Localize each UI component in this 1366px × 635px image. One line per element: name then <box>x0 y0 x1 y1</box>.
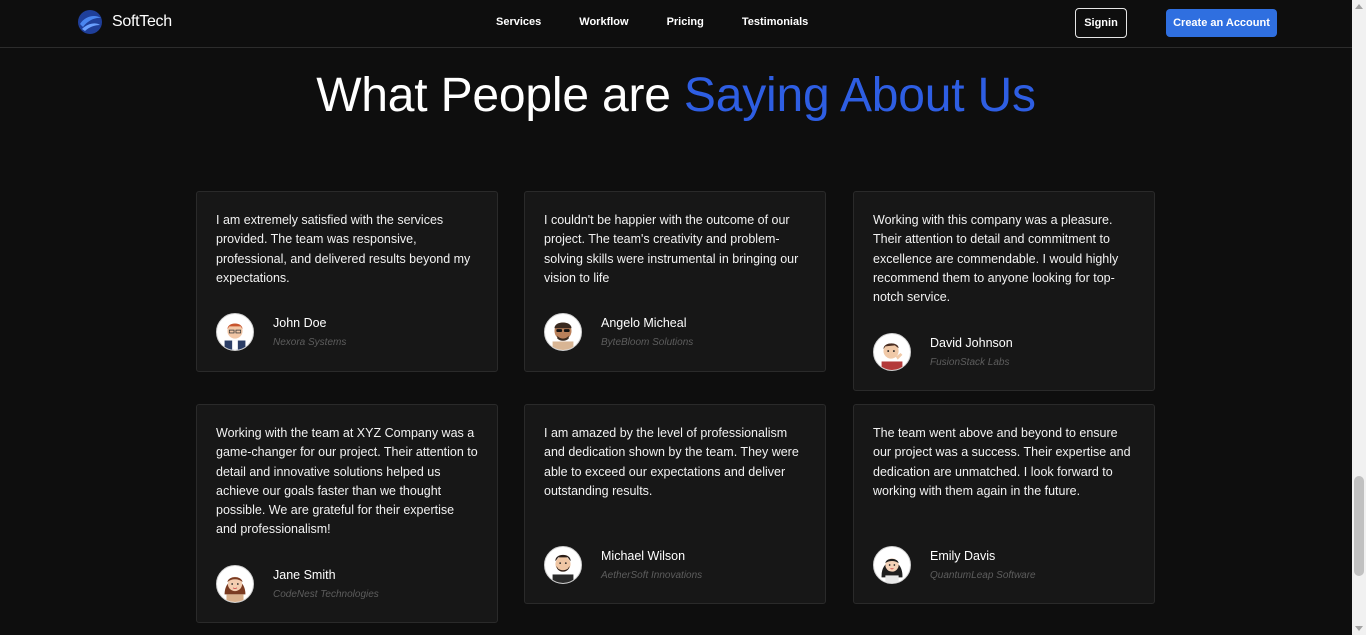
testimonial-author: John Doe Nexora Systems <box>216 313 346 351</box>
testimonial-author: Angelo Micheal ByteBloom Solutions <box>544 313 693 351</box>
testimonial-card: Working with this company was a pleasure… <box>853 191 1155 391</box>
author-company: ByteBloom Solutions <box>601 337 694 348</box>
author-company: Nexora Systems <box>273 337 347 348</box>
woman-dark-hair-avatar-icon <box>873 546 911 584</box>
man-sunglasses-avatar-icon <box>544 313 582 351</box>
testimonial-card: The team went above and beyond to ensure… <box>853 404 1155 604</box>
scroll-down-arrow-icon[interactable] <box>1355 626 1363 631</box>
brand-name: SoftTech <box>112 13 172 30</box>
woman-brown-hair-avatar-icon <box>216 565 254 603</box>
testimonial-quote: I couldn't be happier with the outcome o… <box>544 213 799 285</box>
author-name: David Johnson <box>930 336 1013 350</box>
heading-accent: Saying About Us <box>683 69 1036 122</box>
testimonial-author: Jane Smith CodeNest Technologies <box>216 565 379 603</box>
testimonial-card: Working with the team at XYZ Company was… <box>196 404 498 623</box>
main-nav: Services Workflow Pricing Testimonials <box>496 16 846 28</box>
nav-link-testimonials[interactable]: Testimonials <box>742 16 808 28</box>
create-account-button[interactable]: Create an Account <box>1166 9 1277 37</box>
testimonial-quote: Working with this company was a pleasure… <box>873 213 1119 305</box>
scroll-up-arrow-icon[interactable] <box>1355 4 1363 9</box>
testimonial-card: I couldn't be happier with the outcome o… <box>524 191 826 372</box>
nav-link-workflow[interactable]: Workflow <box>579 16 628 28</box>
author-name: Emily Davis <box>930 549 996 563</box>
section-heading: What People are Saying About Us <box>0 68 1352 123</box>
heading-prefix: What People are <box>316 69 671 122</box>
nav-link-services[interactable]: Services <box>496 16 541 28</box>
testimonial-card: I am amazed by the level of professional… <box>524 404 826 604</box>
testimonial-author: Emily Davis QuantumLeap Software <box>873 546 1036 584</box>
testimonial-author: David Johnson FusionStack Labs <box>873 333 1013 371</box>
testimonial-card: I am extremely satisfied with the servic… <box>196 191 498 372</box>
testimonial-author: Michael Wilson AetherSoft Innovations <box>544 546 702 584</box>
testimonial-quote: I am amazed by the level of professional… <box>544 426 799 498</box>
man-thinking-avatar-icon <box>873 333 911 371</box>
author-name: Jane Smith <box>273 568 336 582</box>
author-name: Angelo Micheal <box>601 316 687 330</box>
page-scrollbar[interactable] <box>1352 0 1366 635</box>
author-company: AetherSoft Innovations <box>601 570 703 581</box>
author-name: John Doe <box>273 316 327 330</box>
testimonial-quote: I am extremely satisfied with the servic… <box>216 213 471 285</box>
globe-swirl-icon <box>78 10 102 34</box>
testimonial-quote: Working with the team at XYZ Company was… <box>216 426 478 537</box>
man-red-hair-avatar-icon <box>216 313 254 351</box>
scrollbar-thumb[interactable] <box>1354 476 1364 576</box>
author-company: CodeNest Technologies <box>273 589 379 600</box>
author-company: FusionStack Labs <box>930 357 1010 368</box>
top-navbar: SoftTech Services Workflow Pricing Testi… <box>0 0 1352 48</box>
author-company: QuantumLeap Software <box>930 570 1036 581</box>
nav-link-pricing[interactable]: Pricing <box>667 16 704 28</box>
author-name: Michael Wilson <box>601 549 686 563</box>
testimonial-quote: The team went above and beyond to ensure… <box>873 426 1131 498</box>
man-beard-avatar-icon <box>544 546 582 584</box>
brand-logo-link[interactable]: SoftTech <box>76 8 172 36</box>
signin-button[interactable]: Signin <box>1075 8 1127 38</box>
